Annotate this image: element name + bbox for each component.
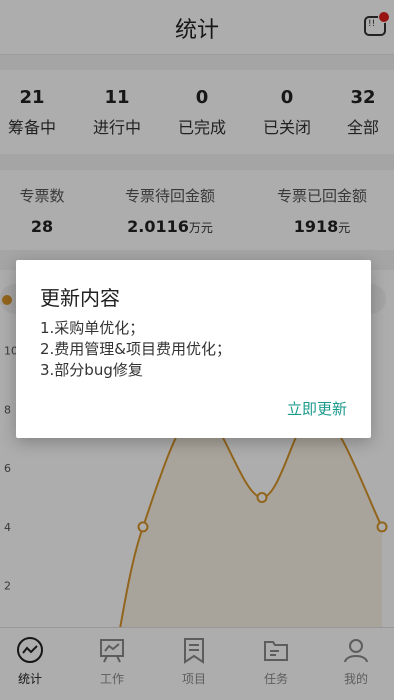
dialog-title: 更新内容 bbox=[40, 286, 120, 310]
dialog-content: 1.采购单优化； 2.费用管理&项目费用优化； 3.部分bug修复 bbox=[40, 318, 231, 381]
dialog-line: 1.采购单优化； bbox=[40, 319, 145, 337]
dialog-line: 2.费用管理&项目费用优化； bbox=[40, 340, 232, 358]
update-dialog: 更新内容 1.采购单优化； 2.费用管理&项目费用优化； 3.部分bug修复 立… bbox=[16, 260, 371, 438]
update-now-button[interactable]: 立即更新 bbox=[287, 398, 347, 419]
dialog-line: 3.部分bug修复 bbox=[40, 361, 143, 379]
